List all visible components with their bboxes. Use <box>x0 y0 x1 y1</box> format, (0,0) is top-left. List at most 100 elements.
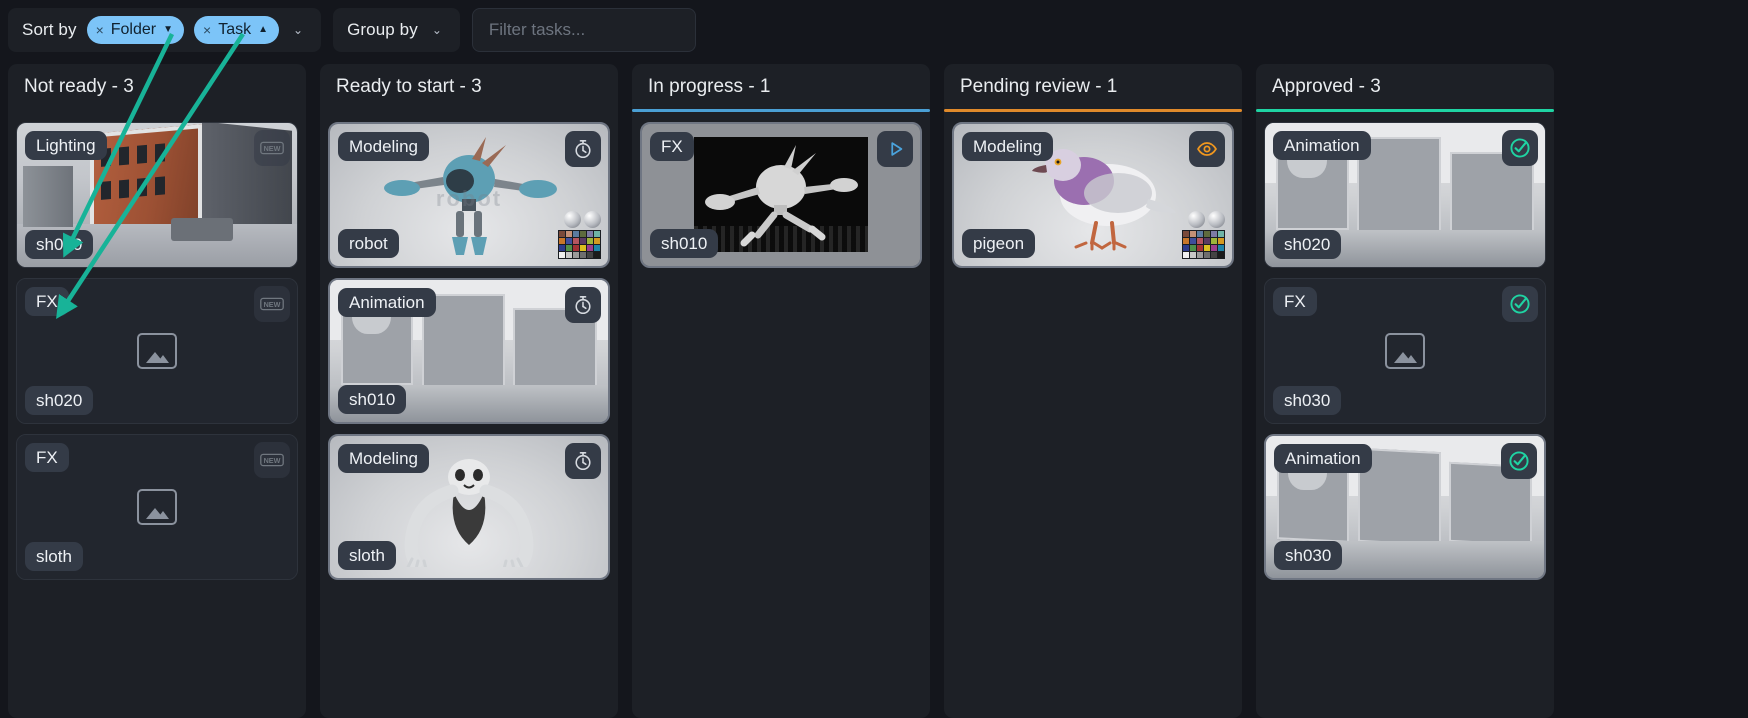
sort-by-group: Sort by × Folder ▼ × Task ▲ ⌄ <box>8 8 322 52</box>
card-task-label: FX <box>650 132 694 161</box>
card-status-badge[interactable]: NEW <box>254 130 290 166</box>
task-card[interactable]: FX sh010 <box>640 122 922 268</box>
card-status-badge[interactable]: NEW <box>254 286 290 322</box>
sort-by-chevron-down-icon[interactable]: ⌄ <box>289 24 307 36</box>
color-checker-grid <box>558 230 601 259</box>
remove-sort-folder-icon[interactable]: × <box>96 22 104 38</box>
task-card[interactable]: Lighting sh020 NEW <box>16 122 298 268</box>
column-header-ready-to-start[interactable]: Ready to start - 3 <box>320 64 618 112</box>
group-by-label: Group by <box>347 20 418 39</box>
sort-chip-task-label: Task <box>218 21 252 38</box>
column-cards-in-progress: FX sh010 <box>632 112 930 718</box>
column-header-pending-review[interactable]: Pending review - 1 <box>944 64 1242 112</box>
sort-chip-task[interactable]: × Task ▲ <box>194 16 280 44</box>
task-card[interactable]: Modeling sloth <box>328 434 610 580</box>
sort-direction-descending-icon[interactable]: ▼ <box>163 25 173 35</box>
task-card[interactable]: Animation sh030 <box>1264 434 1546 580</box>
card-task-label: FX <box>25 443 69 472</box>
card-task-label: Animation <box>1274 444 1372 473</box>
group-by-chevron-down-icon[interactable]: ⌄ <box>428 24 446 36</box>
column-title: Ready to start - 3 <box>336 75 482 97</box>
card-task-label: Modeling <box>338 444 429 473</box>
card-status-badge[interactable] <box>1189 131 1225 167</box>
task-card[interactable]: robot Modeling robot <box>328 122 610 268</box>
task-card[interactable]: FX sloth NEW <box>16 434 298 580</box>
svg-text:NEW: NEW <box>264 300 281 309</box>
filter-tasks-input[interactable] <box>488 20 679 40</box>
column-cards-not-ready: Lighting sh020 NEW FX sh020 NEW FX sloth NEW <box>8 112 306 718</box>
card-folder-label: pigeon <box>962 229 1036 258</box>
image-placeholder-icon <box>137 333 177 369</box>
board-column-ready-to-start: Ready to start - 3 robot Modeling robot Anim… <box>320 64 618 718</box>
card-status-badge[interactable] <box>565 287 601 323</box>
card-task-label: Modeling <box>338 132 429 161</box>
card-folder-label: sloth <box>25 542 83 571</box>
group-by-group[interactable]: Group by ⌄ <box>333 8 460 52</box>
sort-direction-ascending-icon[interactable]: ▲ <box>258 25 268 35</box>
card-task-label: FX <box>25 287 69 316</box>
task-card[interactable]: Animation sh020 <box>1264 122 1546 268</box>
check-circle-icon <box>1509 451 1529 471</box>
stopwatch-icon <box>575 296 591 315</box>
play-icon <box>891 142 903 156</box>
task-card[interactable]: FX sh020 NEW <box>16 278 298 424</box>
color-chart-swatch <box>558 211 601 259</box>
card-status-badge[interactable] <box>1502 286 1538 322</box>
svg-text:NEW: NEW <box>264 456 281 465</box>
eye-icon <box>1197 142 1217 156</box>
column-cards-approved: Animation sh020 FX sh030 Animation sh030 <box>1256 112 1554 718</box>
card-status-badge[interactable] <box>877 131 913 167</box>
card-status-badge[interactable]: NEW <box>254 442 290 478</box>
sort-by-label: Sort by <box>22 20 77 39</box>
color-checker-grid <box>1182 230 1225 259</box>
card-folder-label: sh010 <box>650 229 719 258</box>
card-task-label: FX <box>1273 287 1317 316</box>
reference-sphere-icon <box>1188 211 1205 228</box>
column-header-in-progress[interactable]: In progress - 1 <box>632 64 930 112</box>
reference-sphere-icon <box>584 211 601 228</box>
new-icon: NEW <box>260 141 284 155</box>
column-title: In progress - 1 <box>648 75 771 97</box>
task-card[interactable]: Animation sh010 <box>328 278 610 424</box>
board-column-pending-review: Pending review - 1 Modeling pigeon <box>944 64 1242 718</box>
board-column-in-progress: In progress - 1 FX sh010 <box>632 64 930 718</box>
card-folder-label: sh030 <box>1274 541 1343 570</box>
column-title: Not ready - 3 <box>24 75 134 97</box>
card-task-label: Lighting <box>25 131 107 160</box>
sort-chip-folder[interactable]: × Folder ▼ <box>86 16 185 44</box>
card-status-badge[interactable] <box>1501 443 1537 479</box>
card-folder-label: sh010 <box>338 385 407 414</box>
task-card[interactable]: Modeling pigeon <box>952 122 1234 268</box>
column-title: Pending review - 1 <box>960 75 1118 97</box>
card-task-label: Animation <box>1273 131 1371 160</box>
card-status-badge[interactable] <box>565 131 601 167</box>
new-icon: NEW <box>260 453 284 467</box>
check-circle-icon <box>1510 138 1530 158</box>
card-status-badge[interactable] <box>1502 130 1538 166</box>
column-header-approved[interactable]: Approved - 3 <box>1256 64 1554 112</box>
card-folder-label: sh030 <box>1273 386 1342 415</box>
task-card[interactable]: FX sh030 <box>1264 278 1546 424</box>
card-folder-label: sh020 <box>1273 230 1342 259</box>
remove-sort-task-icon[interactable]: × <box>203 22 211 38</box>
card-task-label: Animation <box>338 288 436 317</box>
card-task-label: Modeling <box>962 132 1053 161</box>
kanban-board: Not ready - 3 Lighting sh020 NEW FX sh020 NEW F… <box>0 64 1748 718</box>
card-folder-label: robot <box>338 229 399 258</box>
stopwatch-icon <box>575 140 591 159</box>
stopwatch-icon <box>575 452 591 471</box>
sort-chip-folder-label: Folder <box>110 21 157 38</box>
card-status-badge[interactable] <box>565 443 601 479</box>
column-cards-pending-review: Modeling pigeon <box>944 112 1242 718</box>
svg-text:NEW: NEW <box>264 144 281 153</box>
filter-tasks-field[interactable] <box>471 8 696 52</box>
new-icon: NEW <box>260 297 284 311</box>
column-header-not-ready[interactable]: Not ready - 3 <box>8 64 306 112</box>
color-chart-swatch <box>1182 211 1225 259</box>
board-toolbar: Sort by × Folder ▼ × Task ▲ ⌄ Group by ⌄ <box>8 8 1740 52</box>
image-placeholder-icon <box>1385 333 1425 369</box>
reference-sphere-icon <box>564 211 581 228</box>
board-column-not-ready: Not ready - 3 Lighting sh020 NEW FX sh020 NEW F… <box>8 64 306 718</box>
check-circle-icon <box>1510 294 1530 314</box>
column-title: Approved - 3 <box>1272 75 1381 97</box>
